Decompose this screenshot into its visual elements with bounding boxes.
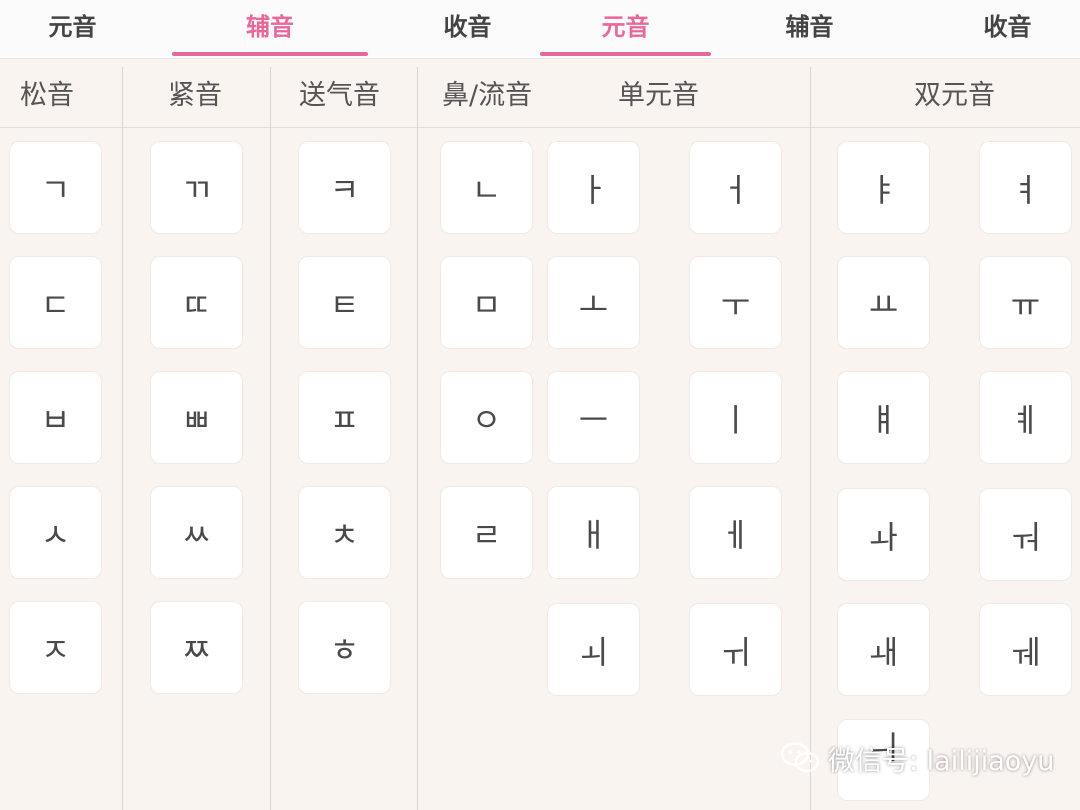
key-monophthong[interactable]: ㅣ: [690, 372, 781, 463]
key-aspirated-consonant[interactable]: ㅋ: [299, 142, 390, 233]
key-monophthong[interactable]: ㅜ: [690, 257, 781, 348]
key-diphthong[interactable]: ㅛ: [838, 257, 929, 348]
column-divider: [270, 67, 271, 810]
key-diphthong[interactable]: ㅖ: [980, 372, 1071, 463]
header-monophthong: 单元音: [618, 80, 699, 111]
column-headers: 松音 紧音 送气音 鼻/流音 单元音 双元音: [0, 67, 1080, 128]
key-diphthong[interactable]: ㅒ: [838, 372, 929, 463]
key-nasal-liquid-consonant[interactable]: ㄹ: [441, 487, 532, 578]
key-diphthong[interactable]: ㅞ: [980, 604, 1071, 695]
key-tense-consonant[interactable]: ㄲ: [151, 142, 242, 233]
tab-label: 收音: [443, 13, 492, 41]
key-monophthong[interactable]: ㅟ: [690, 604, 781, 695]
key-aspirated-consonant[interactable]: ㅊ: [299, 487, 390, 578]
watermark: 微信号: lailijiaoyu: [780, 738, 1054, 778]
tab-label: 辅音: [246, 13, 294, 41]
key-lax-consonant[interactable]: ㄱ: [10, 142, 101, 233]
key-aspirated-consonant[interactable]: ㅌ: [299, 257, 390, 348]
header-tense: 紧音: [168, 80, 222, 111]
key-monophthong[interactable]: ㅡ: [548, 372, 639, 463]
column-divider: [417, 67, 418, 810]
key-lax-consonant[interactable]: ㅂ: [10, 372, 101, 463]
key-tense-consonant[interactable]: ㅆ: [151, 487, 242, 578]
column-divider: [122, 67, 123, 810]
key-lax-consonant[interactable]: ㅅ: [10, 487, 101, 578]
key-lax-consonant[interactable]: ㄷ: [10, 257, 101, 348]
key-monophthong[interactable]: ㅐ: [548, 487, 639, 578]
header-aspirated: 送气音: [299, 80, 380, 111]
tab-vowel-right[interactable]: 元音: [540, 0, 711, 56]
key-diphthong[interactable]: ㅘ: [838, 489, 929, 580]
active-tab-indicator: [172, 52, 368, 56]
tab-consonant-left[interactable]: 辅音: [172, 0, 368, 56]
key-monophthong[interactable]: ㅗ: [548, 257, 639, 348]
watermark-text: 微信号: lailijiaoyu: [828, 745, 1055, 777]
tab-batchim-left[interactable]: 收音: [415, 0, 520, 56]
tab-label: 元音: [48, 13, 97, 41]
key-monophthong[interactable]: ㅏ: [548, 142, 639, 233]
key-tense-consonant[interactable]: ㅉ: [151, 602, 242, 693]
key-lax-consonant[interactable]: ㅈ: [10, 602, 101, 693]
tab-batchim-right[interactable]: 收音: [955, 0, 1060, 56]
header-nasal-liquid: 鼻/流音: [442, 80, 533, 111]
column-divider: [810, 67, 811, 810]
key-tense-consonant[interactable]: ㄸ: [151, 257, 242, 348]
header-diphthong: 双元音: [914, 80, 995, 111]
key-monophthong[interactable]: ㅓ: [690, 142, 781, 233]
active-tab-indicator: [540, 52, 711, 56]
key-monophthong[interactable]: ㅚ: [548, 604, 639, 695]
tab-vowel-left[interactable]: 元音: [20, 0, 125, 56]
key-aspirated-consonant[interactable]: ㅎ: [299, 602, 390, 693]
tab-bar: 元音 辅音 收音 元音 辅音 收音: [0, 0, 1080, 59]
key-diphthong[interactable]: ㅝ: [980, 489, 1071, 580]
key-aspirated-consonant[interactable]: ㅍ: [299, 372, 390, 463]
key-diphthong[interactable]: ㅑ: [838, 142, 929, 233]
key-diphthong[interactable]: ㅕ: [980, 142, 1071, 233]
tab-label: 元音: [601, 13, 650, 41]
tab-label: 辅音: [785, 13, 834, 41]
key-nasal-liquid-consonant[interactable]: ㅇ: [441, 372, 532, 463]
key-nasal-liquid-consonant[interactable]: ㄴ: [441, 142, 532, 233]
key-tense-consonant[interactable]: ㅃ: [151, 372, 242, 463]
key-diphthong[interactable]: ㅙ: [838, 604, 929, 695]
header-lax: 松音: [20, 80, 74, 111]
wechat-icon: [780, 742, 820, 773]
key-nasal-liquid-consonant[interactable]: ㅁ: [441, 257, 532, 348]
tab-consonant-right[interactable]: 辅音: [757, 0, 862, 56]
key-diphthong[interactable]: ㅠ: [980, 257, 1071, 348]
tab-label: 收音: [983, 13, 1032, 41]
key-monophthong[interactable]: ㅔ: [690, 487, 781, 578]
